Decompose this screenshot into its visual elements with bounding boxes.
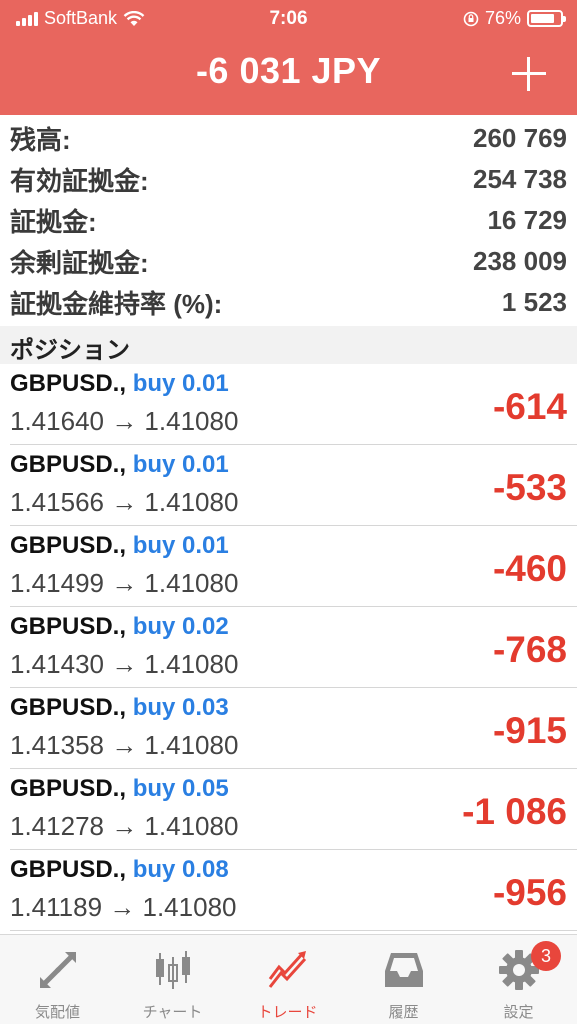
positions-section-header: ポジション: [0, 326, 577, 364]
position-direction: buy 0.03: [132, 694, 229, 721]
quotes-arrows-icon: [40, 952, 76, 988]
summary-label: 残高:: [10, 125, 71, 155]
position-prices: 1.41430 → 1.41080: [10, 649, 239, 679]
battery-percent: 76%: [484, 8, 521, 28]
position-row[interactable]: GBPUSD., buy 0.01 1.41640 → 1.41080 -614: [10, 364, 577, 445]
status-bar: SoftBank 7:06 76%: [0, 0, 577, 38]
summary-row-margin: 証拠金: 16 729: [0, 200, 577, 241]
tab-bar: 気配値 チャート トレード 履歴 設定: [0, 934, 577, 1024]
account-summary: 残高: 260 769 有効証拠金: 254 738 証拠金: 16 729 余…: [0, 118, 577, 323]
trade-chart-icon: [268, 951, 307, 988]
summary-label: 証拠金:: [10, 207, 97, 237]
position-direction: buy 0.08: [132, 856, 229, 883]
position-symbol: GBPUSD.,: [10, 613, 127, 640]
position-prices: 1.41278 → 1.41080: [10, 811, 239, 841]
position-symbol: GBPUSD.,: [10, 694, 127, 721]
position-symbol: GBPUSD.,: [10, 370, 127, 397]
position-row[interactable]: GBPUSD., buy 0.01 1.41499 → 1.41080 -460: [10, 526, 577, 607]
summary-value: 16 729: [487, 205, 567, 235]
position-symbol: GBPUSD.,: [10, 775, 127, 802]
app-header: SoftBank 7:06 76% -6 031 JPY: [0, 0, 577, 115]
summary-value: 260 769: [473, 123, 567, 153]
candlestick-chart-icon: [156, 951, 190, 989]
battery-icon: [527, 10, 566, 27]
summary-value: 1 523: [501, 287, 567, 317]
summary-value: 254 738: [473, 164, 567, 194]
tab-trade[interactable]: トレード: [230, 935, 345, 1024]
summary-row-equity: 有効証拠金: 254 738: [0, 159, 577, 200]
position-profit: -533: [492, 467, 567, 508]
position-profit: -768: [492, 629, 567, 670]
position-profit: -460: [492, 548, 567, 589]
position-prices: 1.41358 → 1.41080: [10, 730, 239, 760]
summary-row-margin-level: 証拠金維持率 (%): 1 523: [0, 282, 577, 323]
tab-label: チャート: [142, 1004, 203, 1021]
position-symbol: GBPUSD.,: [10, 856, 127, 883]
position-row[interactable]: GBPUSD., buy 0.02 1.41430 → 1.41080 -768: [10, 607, 577, 688]
tab-label: 気配値: [34, 1004, 80, 1021]
summary-label: 有効証拠金:: [10, 166, 149, 196]
new-order-plus-icon[interactable]: [511, 56, 547, 92]
history-inbox-icon: [385, 953, 423, 987]
position-profit: -1 086: [462, 791, 567, 832]
position-prices: 1.41499 → 1.41080: [10, 568, 239, 598]
position-prices: 1.41189 → 1.41080: [10, 892, 237, 922]
position-row[interactable]: GBPUSD., buy 0.01 1.41566 → 1.41080 -533: [10, 445, 577, 526]
tab-label: 設定: [503, 1004, 534, 1021]
summary-label: 証拠金維持率 (%):: [10, 289, 223, 319]
position-symbol: GBPUSD.,: [10, 532, 127, 559]
position-row[interactable]: GBPUSD., buy 0.05 1.41278 → 1.41080 -1 0…: [10, 769, 577, 850]
tab-quotes[interactable]: 気配値: [0, 935, 115, 1024]
position-direction: buy 0.02: [132, 613, 229, 640]
tab-chart[interactable]: チャート: [115, 935, 230, 1024]
summary-label: 余剰証拠金:: [10, 248, 149, 278]
summary-row-balance: 残高: 260 769: [0, 118, 577, 159]
position-direction: buy 0.05: [132, 775, 229, 802]
position-prices: 1.41640 → 1.41080: [10, 406, 239, 436]
summary-row-free-margin: 余剰証拠金: 238 009: [0, 241, 577, 282]
tab-history[interactable]: 履歴: [346, 935, 461, 1024]
positions-list: GBPUSD., buy 0.01 1.41640 → 1.41080 -614…: [0, 364, 577, 931]
position-prices: 1.41566 → 1.41080: [10, 487, 239, 517]
tab-label: トレード: [257, 1004, 318, 1021]
position-direction: buy 0.01: [132, 370, 229, 397]
position-direction: buy 0.01: [132, 451, 229, 478]
position-symbol: GBPUSD.,: [10, 451, 127, 478]
position-profit: -614: [492, 386, 567, 427]
position-row[interactable]: GBPUSD., buy 0.08 1.41189 → 1.41080 -956: [10, 850, 577, 931]
equity-title: -6 031 JPY: [195, 50, 382, 91]
position-profit: -956: [492, 872, 567, 913]
position-row[interactable]: GBPUSD., buy 0.03 1.41358 → 1.41080 -915: [10, 688, 577, 769]
position-direction: buy 0.01: [132, 532, 229, 559]
tab-label: 履歴: [388, 1004, 419, 1021]
rotation-lock-icon: [463, 11, 479, 26]
position-profit: -915: [492, 710, 567, 751]
summary-value: 238 009: [473, 246, 567, 276]
settings-badge: 3: [531, 941, 561, 971]
